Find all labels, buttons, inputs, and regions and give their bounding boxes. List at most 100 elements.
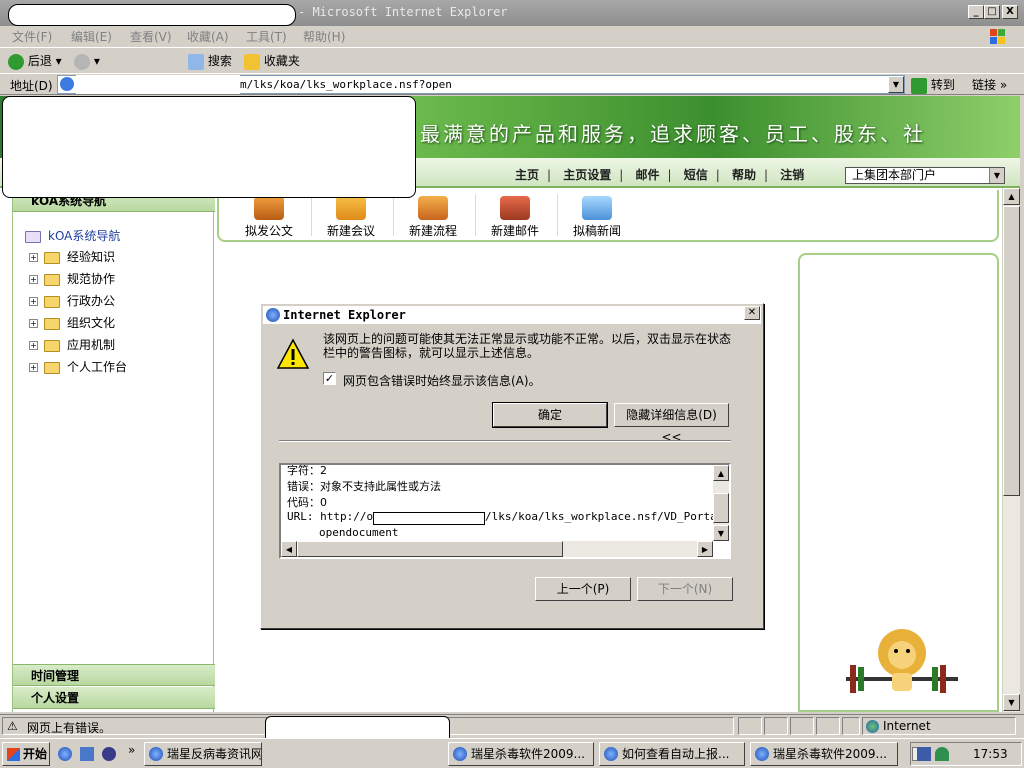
back-button[interactable]: 后退 ▾ — [8, 52, 62, 70]
nav-logout[interactable]: 注销 — [780, 168, 804, 182]
scroll-up-icon[interactable]: ▲ — [713, 465, 729, 481]
details-hscroll[interactable]: ◀ ▶ — [281, 541, 713, 557]
scroll-left-icon[interactable]: ◀ — [281, 541, 297, 557]
action-draft-doc[interactable]: 拟发公文 — [229, 196, 309, 239]
tree-root[interactable]: kOA系统导航 — [25, 228, 120, 244]
nav-home[interactable]: 主页 — [515, 168, 539, 182]
next-button[interactable]: 下一个(N) — [637, 577, 733, 601]
tree-item-knowledge[interactable]: + 经验知识 — [29, 249, 115, 265]
portal-select-value: 上集团本部门户 — [852, 168, 937, 182]
favorites-label: 收藏夹 — [263, 54, 300, 68]
expand-icon: + — [29, 363, 38, 372]
action-new-flow[interactable]: 新建流程 — [393, 196, 473, 239]
checkbox-label: 网页包含错误时始终显示该信息(A)。 — [343, 374, 541, 388]
ok-button[interactable]: 确定 — [492, 402, 608, 428]
folder-icon — [44, 317, 60, 330]
task-rising-av-1[interactable]: 瑞星杀毒软件2009... — [448, 742, 594, 766]
tree-item-admin[interactable]: + 行政办公 — [29, 293, 115, 309]
tree-item-workbench[interactable]: + 个人工作台 — [29, 359, 127, 375]
prev-button[interactable]: 上一个(P) — [535, 577, 631, 601]
maximize-button[interactable]: □ — [984, 5, 1000, 19]
hide-details-button[interactable]: 隐藏详细信息(D) << — [614, 403, 729, 444]
menu-bar: 文件(F) 编辑(E) 查看(V) 收藏(A) 工具(T) 帮助(H) — [0, 26, 1024, 46]
menu-file[interactable]: 文件(F) — [12, 28, 52, 45]
umbrella-icon[interactable] — [935, 747, 949, 761]
scroll-up-icon[interactable]: ▲ — [1003, 188, 1020, 205]
folder-icon — [44, 251, 60, 264]
links-button[interactable]: 链接 » — [972, 76, 1007, 93]
scroll-thumb[interactable] — [1003, 206, 1020, 496]
nav-mail[interactable]: 邮件 — [636, 168, 660, 182]
media-quicklaunch-icon[interactable] — [102, 747, 116, 761]
menu-favorites[interactable]: 收藏(A) — [187, 28, 229, 45]
minimize-button[interactable]: _ — [968, 5, 984, 19]
sidebar-personal-settings[interactable]: 个人设置 — [13, 687, 215, 709]
portal-select[interactable]: 上集团本部门户 ▼ — [845, 167, 1005, 184]
ie-quicklaunch-icon[interactable] — [58, 747, 72, 761]
scroll-thumb[interactable] — [713, 493, 729, 523]
redacted-title — [8, 4, 296, 26]
action-draft-news[interactable]: 拟稿新闻 — [557, 196, 637, 239]
details-vscroll[interactable]: ▲ ▼ — [713, 465, 729, 541]
tree-item-label: 规范协作 — [67, 272, 116, 286]
dialog-message: 该网页上的问题可能使其无法正常显示或功能不正常。以后，双击显示在状态栏中的警告图… — [323, 332, 732, 360]
dialog-close-button[interactable]: ✕ — [744, 306, 760, 320]
task-label: 瑞星反病毒资讯网 — [167, 747, 262, 761]
more-icon[interactable]: » — [128, 743, 135, 757]
forward-button[interactable]: ▾ — [74, 52, 100, 70]
error-details-box[interactable]: 字符：2 错误：对象不支持此属性或方法 代码：0 URL: http://oa … — [279, 463, 731, 559]
zone-cell: Internet — [862, 717, 1016, 735]
menu-view[interactable]: 查看(V) — [130, 28, 172, 45]
mailbox-icon — [500, 196, 530, 220]
scroll-down-icon[interactable]: ▼ — [1003, 694, 1020, 711]
expand-icon: + — [29, 341, 38, 350]
task-rising-news[interactable]: 瑞星反病毒资讯网 — [144, 742, 262, 766]
detail-url-prefix: URL: http://oa — [287, 510, 380, 523]
tree-item-mechanism[interactable]: + 应用机制 — [29, 337, 115, 353]
ie-icon — [755, 747, 769, 761]
start-label: 开始 — [23, 747, 48, 761]
expand-icon: + — [29, 275, 38, 284]
nav-home-settings[interactable]: 主页设置 — [563, 168, 611, 182]
vertical-scrollbar[interactable]: ▲ ▼ — [1002, 188, 1020, 712]
warning-icon — [277, 338, 309, 369]
search-button[interactable]: 搜索 — [188, 52, 232, 70]
address-url: m/lks/koa/lks_workplace.nsf?open — [240, 78, 452, 91]
address-input[interactable]: m/lks/koa/lks_workplace.nsf?open ▼ — [57, 75, 905, 94]
nav-sms[interactable]: 短信 — [684, 168, 708, 182]
right-panel — [798, 253, 999, 712]
task-label: 瑞星杀毒软件2009... — [773, 747, 887, 761]
windows-logo-icon — [982, 27, 1012, 47]
start-button[interactable]: 开始 — [2, 742, 50, 766]
favorites-button[interactable]: 收藏夹 — [244, 52, 300, 70]
top-nav: 主页 | 主页设置 | 邮件 | 短信 | 帮助 | 注销 — [515, 168, 805, 182]
menu-tools[interactable]: 工具(T) — [246, 28, 287, 45]
task-auto-report[interactable]: 如何查看自动上报... — [599, 742, 745, 766]
status-cell — [816, 717, 840, 735]
scroll-down-icon[interactable]: ▼ — [713, 525, 729, 541]
tree-root-label: kOA系统导航 — [48, 229, 121, 243]
scroll-right-icon[interactable]: ▶ — [697, 541, 713, 557]
task-rising-av-2[interactable]: 瑞星杀毒软件2009... — [750, 742, 898, 766]
go-button[interactable]: 转到 — [911, 76, 955, 94]
ie-icon — [149, 747, 163, 761]
nav-help[interactable]: 帮助 — [732, 168, 756, 182]
chevron-down-icon: ▼ — [989, 168, 1004, 183]
close-button[interactable]: X — [1002, 5, 1018, 19]
error-dialog: Internet Explorer ✕ 该网页上的问题可能使其无法正常显示或功能… — [260, 303, 764, 629]
detail-error: 错误：对象不支持此属性或方法 — [287, 480, 441, 493]
sidebar-time-mgmt[interactable]: 时间管理 — [13, 664, 215, 686]
window-title: - Microsoft Internet Explorer — [298, 5, 508, 19]
desktop-quicklaunch-icon[interactable] — [80, 747, 94, 761]
address-dropdown-icon[interactable]: ▼ — [888, 76, 904, 93]
tree-item-collab[interactable]: + 规范协作 — [29, 271, 115, 287]
scroll-thumb[interactable] — [297, 541, 563, 557]
menu-help[interactable]: 帮助(H) — [303, 28, 345, 45]
action-new-mail[interactable]: 新建邮件 — [475, 196, 555, 239]
action-new-meeting[interactable]: 新建会议 — [311, 196, 391, 239]
network-icon[interactable] — [917, 747, 931, 761]
flow-icon — [418, 196, 448, 220]
menu-edit[interactable]: 编辑(E) — [71, 28, 112, 45]
clock[interactable]: 17:53 — [973, 747, 1008, 761]
tree-item-culture[interactable]: + 组织文化 — [29, 315, 115, 331]
